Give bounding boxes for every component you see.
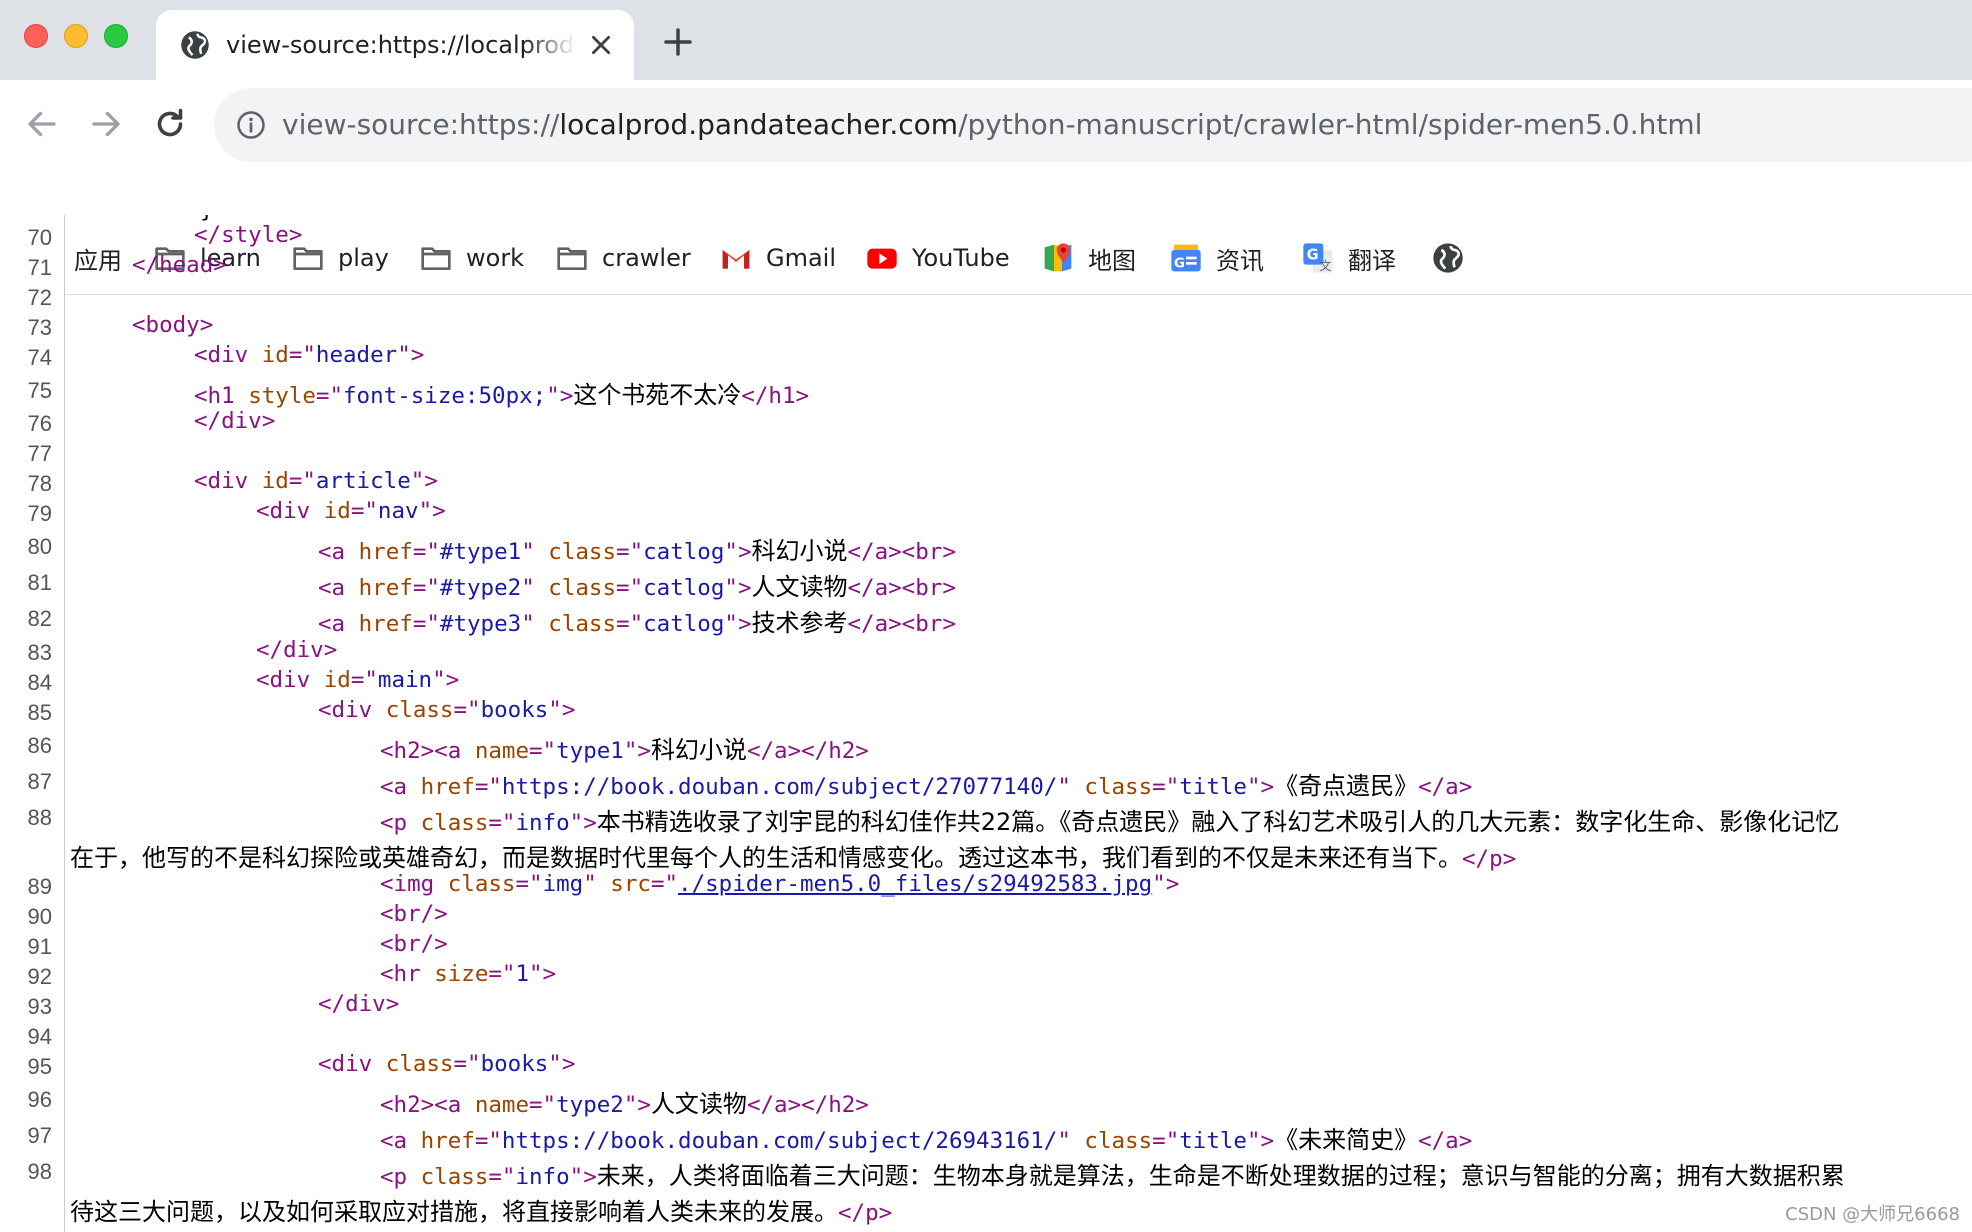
code-line: </div> xyxy=(256,637,338,663)
new-tab-button[interactable] xyxy=(662,26,694,58)
code-line-wrap: 待这三大问题，以及如何采取应对措施，将直接影响着人类未来的发展。</p> xyxy=(70,1198,893,1226)
code-line: </head> xyxy=(132,252,227,278)
line-number: 80 xyxy=(27,534,52,559)
window-zoom-button[interactable] xyxy=(104,24,128,48)
code-line: <br/> xyxy=(380,931,448,957)
source-viewer[interactable]: } 70 </style> 71 </head> 72 73 <body> 74… xyxy=(0,215,1972,1232)
line-number: 86 xyxy=(27,733,52,758)
code-line: <div class="books"> xyxy=(318,697,576,723)
code-line: <img class="img" src="./spider-men5.0_fi… xyxy=(380,871,1180,897)
code-line: <a href="#type1" class="catlog">科幻小说</a>… xyxy=(318,537,956,565)
code-line: <h1 style="font-size:50px;">这个书苑不太冷</h1> xyxy=(194,381,810,409)
window-minimize-button[interactable] xyxy=(64,24,88,48)
forward-arrow-icon[interactable] xyxy=(88,106,124,142)
code-line: </div> xyxy=(194,408,276,434)
back-arrow-icon[interactable] xyxy=(24,106,60,142)
code-line: <a href="https://book.douban.com/subject… xyxy=(380,1126,1473,1154)
code-line: <body> xyxy=(132,312,214,338)
line-number: 87 xyxy=(27,769,52,794)
line-number: 94 xyxy=(27,1024,52,1049)
tab-title: view-source:https://localprod.pandateach… xyxy=(226,31,576,59)
tab-strip: view-source:https://localprod.pandateach… xyxy=(0,0,1972,80)
line-number: 84 xyxy=(27,670,52,695)
code-line: <h2><a name="type2">人文读物</a></h2> xyxy=(380,1090,869,1118)
code-line: <br/> xyxy=(380,901,448,927)
line-number: 88 xyxy=(27,805,52,830)
site-info-icon[interactable] xyxy=(236,110,266,140)
window-close-button[interactable] xyxy=(24,24,48,48)
code-line: <a href="#type2" class="catlog">人文读物</a>… xyxy=(318,573,956,601)
code-line: <div class="books"> xyxy=(318,1051,576,1077)
code-line: <p class="info">未来，人类将面临着三大问题：生物本身就是算法，生… xyxy=(380,1162,1845,1190)
url-path: /python-manuscript/crawler-html/spider-m… xyxy=(958,108,1703,141)
line-number: 82 xyxy=(27,606,52,631)
line-number: 79 xyxy=(27,501,52,526)
code-line: <div id="article"> xyxy=(194,468,438,494)
code-line: <a href="https://book.douban.com/subject… xyxy=(380,772,1473,800)
reload-icon[interactable] xyxy=(152,106,188,142)
line-number: 96 xyxy=(27,1087,52,1112)
code-line: <div id="header"> xyxy=(194,342,425,368)
code-line: <h2><a name="type1">科幻小说</a></h2> xyxy=(380,736,869,764)
line-number: 81 xyxy=(27,570,52,595)
close-icon[interactable] xyxy=(588,32,614,58)
image-src-link[interactable]: ./spider-men5.0_files/s29492583.jpg xyxy=(678,871,1152,897)
line-number: 92 xyxy=(27,964,52,989)
address-bar[interactable]: view-source:https://localprod.pandateach… xyxy=(214,88,1972,162)
url-scheme: view-source:https:// xyxy=(282,108,560,141)
code-line: <div id="nav"> xyxy=(256,498,446,524)
code-line: <a href="#type3" class="catlog">技术参考</a>… xyxy=(318,609,956,637)
watermark: CSDN @大师兄6668 xyxy=(1785,1204,1960,1225)
code-line: <p class="info">本书精选收录了刘宇昆的科幻佳作共22篇。《奇点遗… xyxy=(380,808,1840,836)
url-text[interactable]: view-source:https://localprod.pandateach… xyxy=(282,88,1702,162)
line-number: 74 xyxy=(27,345,52,370)
code-line: </div> xyxy=(318,991,400,1017)
line-number: 75 xyxy=(27,378,52,403)
line-number: 90 xyxy=(27,904,52,929)
line-number: 73 xyxy=(27,315,52,340)
line-number: 76 xyxy=(27,411,52,436)
code-line: <div id="main"> xyxy=(256,667,460,693)
line-number: 93 xyxy=(27,994,52,1019)
line-number: 95 xyxy=(27,1054,52,1079)
globe-icon xyxy=(181,31,209,59)
line-number: 77 xyxy=(27,441,52,466)
line-number: 89 xyxy=(27,874,52,899)
active-tab[interactable]: view-source:https://localprod.pandateach… xyxy=(156,10,634,80)
line-number: 70 xyxy=(27,225,52,250)
line-number: 71 xyxy=(27,255,52,280)
code-line: </style> xyxy=(194,222,303,248)
line-number: 83 xyxy=(27,640,52,665)
line-number: 97 xyxy=(27,1123,52,1148)
line-number: 78 xyxy=(27,471,52,496)
line-number: 98 xyxy=(27,1159,52,1184)
line-number: 85 xyxy=(27,700,52,725)
url-host: localprod.pandateacher.com xyxy=(559,108,959,141)
code-line: <hr size="1"> xyxy=(380,961,557,987)
line-number: 91 xyxy=(27,934,52,959)
toolbar: view-source:https://localprod.pandateach… xyxy=(0,80,1972,295)
code-line-wrap: 在于，他写的不是科幻探险或英雄奇幻，而是数据时代里每个人的生活和情感变化。透过这… xyxy=(70,844,1517,872)
line-number: 72 xyxy=(27,285,52,310)
